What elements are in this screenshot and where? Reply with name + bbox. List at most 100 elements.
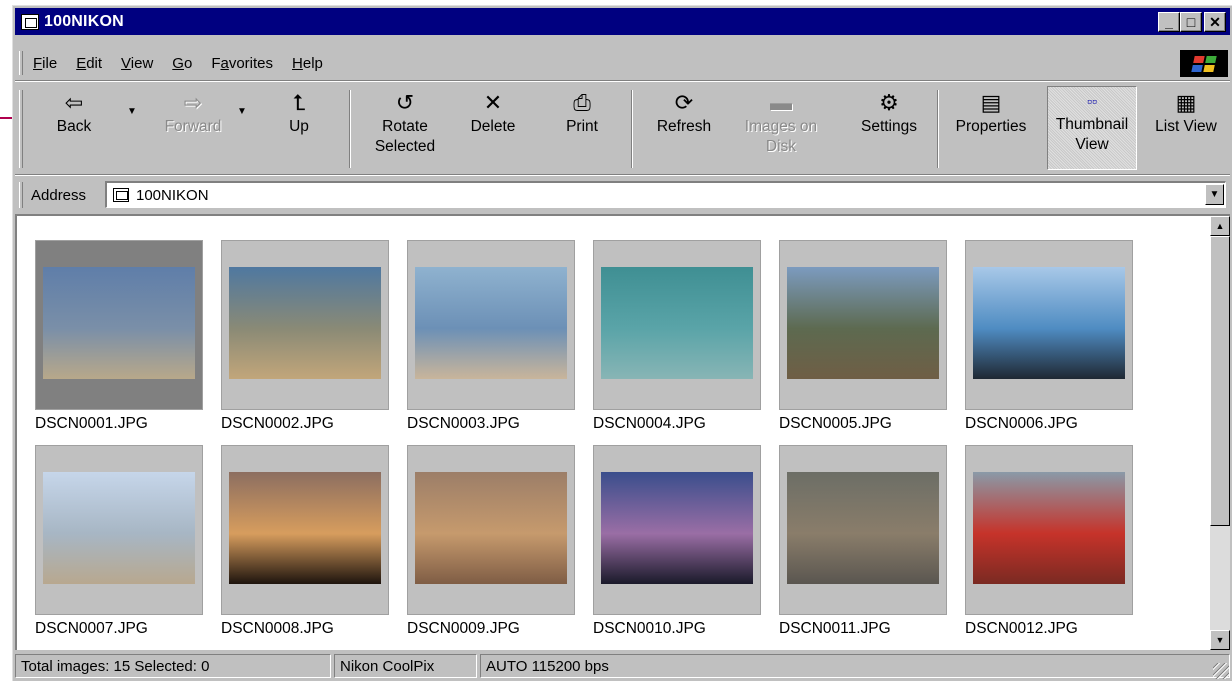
toolbar-separator xyxy=(937,90,939,168)
thumbnail-filename[interactable]: DSCN0010.JPG xyxy=(593,620,761,638)
thumbnail-pane[interactable]: DSCN0001.JPG DSCN0002.JPG DSCN0003.JPG DSCN… xyxy=(15,214,1230,650)
up-folder-icon: ⮤ xyxy=(292,90,306,115)
menu-bar: File Edit View Go Favorites Help xyxy=(15,48,1230,78)
window-title: 100NIKON xyxy=(44,12,124,30)
thumbnail-item[interactable]: DSCN0009.JPG xyxy=(407,445,575,638)
menu-view[interactable]: View xyxy=(121,55,153,72)
scroll-down-icon[interactable]: ▼ xyxy=(1210,630,1230,650)
list-view-button[interactable]: ▦ List View xyxy=(1145,89,1227,137)
up-button[interactable]: ⮤ Up xyxy=(273,89,325,137)
thumbnail-item[interactable]: DSCN0010.JPG xyxy=(593,445,761,638)
delete-button[interactable]: ✕ Delete xyxy=(461,89,525,137)
photo-image xyxy=(229,472,381,584)
thumbnail-frame[interactable] xyxy=(593,240,761,410)
print-button[interactable]: ⎙ Print xyxy=(555,89,609,137)
thumbnail-item[interactable]: DSCN0006.JPG xyxy=(965,240,1133,433)
thumbnail-filename[interactable]: DSCN0009.JPG xyxy=(407,620,575,638)
images-on-disk-button[interactable]: ▬ Images on Disk xyxy=(739,89,823,157)
thumbnail-filename[interactable]: DSCN0002.JPG xyxy=(221,415,389,433)
properties-button[interactable]: ▤ Properties xyxy=(949,89,1033,137)
thumbnail-frame[interactable] xyxy=(407,240,575,410)
refresh-button[interactable]: ⟳ Refresh xyxy=(647,89,721,137)
disk-icon: ▬ xyxy=(770,90,792,115)
thumbnail-item[interactable]: DSCN0011.JPG xyxy=(779,445,947,638)
thumbnail-item[interactable]: DSCN0007.JPG xyxy=(35,445,203,638)
thumbnail-view-label-1: Thumbnail xyxy=(1055,116,1129,133)
thumbnail-item[interactable]: DSCN0005.JPG xyxy=(779,240,947,433)
thumbnail-frame[interactable] xyxy=(593,445,761,615)
settings-button[interactable]: ⚙ Settings xyxy=(849,89,929,137)
scroll-up-icon[interactable]: ▲ xyxy=(1210,216,1230,236)
thumbnail-filename[interactable]: DSCN0003.JPG xyxy=(407,415,575,433)
thumbnail-item[interactable]: DSCN0012.JPG xyxy=(965,445,1133,638)
list-view-label: List View xyxy=(1155,118,1217,135)
forward-label: Forward xyxy=(164,118,222,135)
toolbar-separator xyxy=(349,90,351,168)
thumbnail-filename[interactable]: DSCN0004.JPG xyxy=(593,415,761,433)
forward-dropdown-icon[interactable]: ▼ xyxy=(237,106,247,117)
thumbnail-item[interactable]: DSCN0004.JPG xyxy=(593,240,761,433)
toolbar-separator-line xyxy=(15,174,1230,176)
menu-favorites[interactable]: Favorites xyxy=(211,55,273,72)
thumbnail-filename[interactable]: DSCN0007.JPG xyxy=(35,620,203,638)
vertical-scrollbar[interactable]: ▲ ▼ xyxy=(1210,216,1230,650)
thumbnail-frame[interactable] xyxy=(407,445,575,615)
menu-grip[interactable] xyxy=(19,51,23,75)
thumbnail-filename[interactable]: DSCN0011.JPG xyxy=(779,620,947,638)
settings-icon: ⚙ xyxy=(879,90,899,115)
thumbnail-frame[interactable] xyxy=(35,445,203,615)
thumbnail-frame[interactable] xyxy=(221,240,389,410)
menu-help[interactable]: Help xyxy=(292,55,323,72)
back-dropdown-icon[interactable]: ▼ xyxy=(127,106,137,117)
back-button[interactable]: ⇦ Back xyxy=(45,89,103,137)
menu-edit[interactable]: Edit xyxy=(76,55,102,72)
windows-logo-icon xyxy=(1180,50,1228,77)
rotate-selected-button[interactable]: ↺ Rotate Selected xyxy=(365,89,445,157)
maximize-button[interactable]: □ xyxy=(1180,12,1202,32)
title-bar[interactable]: 100NIKON _ □ ✕ xyxy=(15,8,1230,35)
photo-image xyxy=(415,267,567,379)
toolbar-grip[interactable] xyxy=(19,90,23,168)
thumbnail-item[interactable]: DSCN0008.JPG xyxy=(221,445,389,638)
minimize-button[interactable]: _ xyxy=(1158,12,1180,32)
photo-image xyxy=(601,267,753,379)
status-counts: Total images: 15 Selected: 0 xyxy=(15,654,331,678)
menu-go[interactable]: Go xyxy=(172,55,192,72)
thumbnail-view-button[interactable]: ▫▫ Thumbnail View xyxy=(1047,86,1137,170)
thumbnail-view-label-2: View xyxy=(1075,136,1109,153)
thumbnail-item[interactable]: DSCN0003.JPG xyxy=(407,240,575,433)
folder-icon xyxy=(113,188,129,202)
back-arrow-icon: ⇦ xyxy=(64,90,84,115)
thumbnail-frame[interactable] xyxy=(35,240,203,410)
resize-grip[interactable] xyxy=(1213,663,1229,679)
thumbnail-filename[interactable]: DSCN0012.JPG xyxy=(965,620,1133,638)
address-bar: Address 100NIKON ▼ xyxy=(15,178,1230,212)
photo-image xyxy=(415,472,567,584)
rotate-label-1: Rotate xyxy=(382,118,428,135)
thumbnail-item[interactable]: DSCN0002.JPG xyxy=(221,240,389,433)
thumbnail-frame[interactable] xyxy=(779,445,947,615)
thumbnail-filename[interactable]: DSCN0008.JPG xyxy=(221,620,389,638)
thumbnail-frame[interactable] xyxy=(221,445,389,615)
address-grip[interactable] xyxy=(19,182,23,208)
menu-file[interactable]: File xyxy=(33,55,57,72)
forward-button[interactable]: ⇨ Forward xyxy=(155,89,231,137)
thumbnail-item[interactable]: DSCN0001.JPG xyxy=(35,240,203,433)
thumbnail-frame[interactable] xyxy=(965,445,1133,615)
up-label: Up xyxy=(289,118,309,135)
photo-image xyxy=(43,267,195,379)
photo-image xyxy=(973,267,1125,379)
thumbnail-filename[interactable]: DSCN0006.JPG xyxy=(965,415,1133,433)
thumbnail-frame[interactable] xyxy=(965,240,1133,410)
thumbnail-filename[interactable]: DSCN0001.JPG xyxy=(35,415,203,433)
photo-image xyxy=(787,267,939,379)
refresh-icon: ⟳ xyxy=(674,90,694,115)
folder-window-icon xyxy=(21,13,39,30)
close-button[interactable]: ✕ xyxy=(1204,12,1226,32)
thumbnail-frame[interactable] xyxy=(779,240,947,410)
properties-icon: ▤ xyxy=(980,90,1002,115)
thumbnail-filename[interactable]: DSCN0005.JPG xyxy=(779,415,947,433)
address-field[interactable]: 100NIKON ▼ xyxy=(105,181,1226,208)
scroll-thumb[interactable] xyxy=(1210,236,1230,526)
address-dropdown-icon[interactable]: ▼ xyxy=(1205,184,1224,205)
